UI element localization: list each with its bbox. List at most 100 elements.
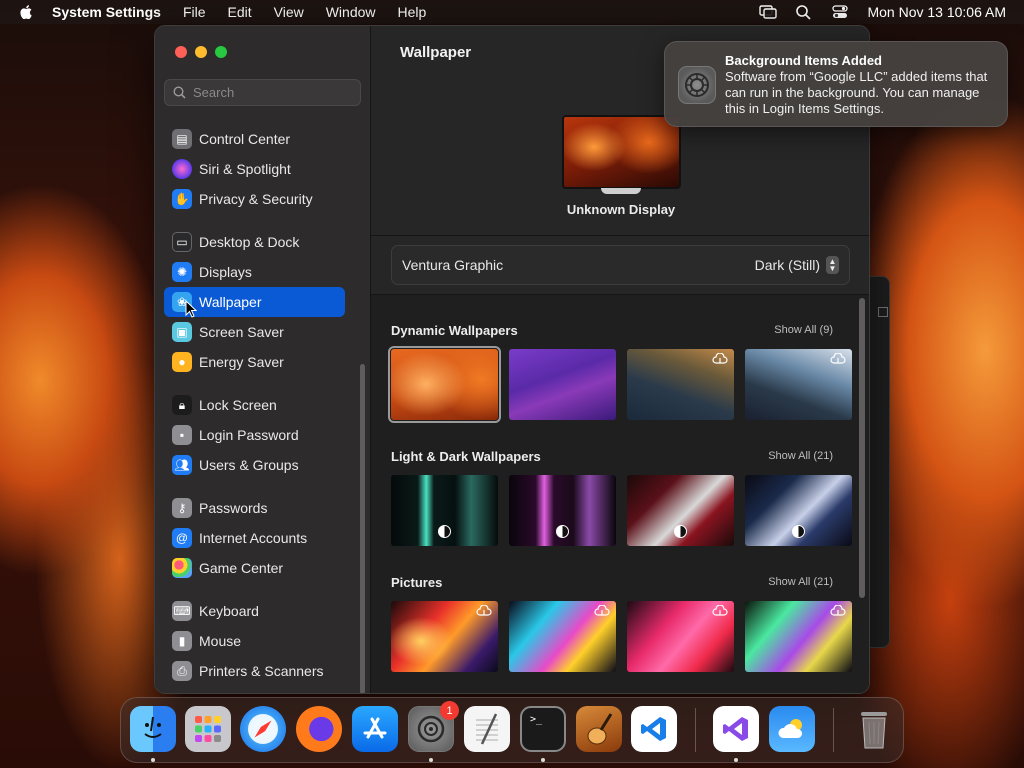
visual-studio-code-icon[interactable] bbox=[631, 706, 677, 752]
show-all-light-dark-button[interactable]: Show All (21) bbox=[768, 450, 833, 462]
running-indicator bbox=[541, 758, 545, 762]
game-center-icon bbox=[172, 558, 192, 578]
wallpaper-thumb-picture-4[interactable] bbox=[745, 601, 852, 672]
cloud-download-icon bbox=[594, 605, 610, 616]
menu-window[interactable]: Window bbox=[326, 4, 376, 20]
search-input[interactable] bbox=[193, 85, 353, 100]
sidebar-item-game-center[interactable]: Game Center bbox=[164, 553, 354, 583]
show-all-dynamic-button[interactable]: Show All (9) bbox=[774, 324, 833, 336]
sidebar-item-printers-scanners[interactable]: ⎙ Printers & Scanners bbox=[164, 656, 354, 686]
sidebar-item-internet-accounts[interactable]: @ Internet Accounts bbox=[164, 523, 354, 553]
minimize-button[interactable] bbox=[195, 46, 207, 58]
wallpaper-thumb-picture-3[interactable] bbox=[627, 601, 734, 672]
pictures-row bbox=[391, 601, 852, 672]
display-preview bbox=[562, 115, 681, 189]
sidebar-item-label: Users & Groups bbox=[199, 457, 299, 473]
weather-icon[interactable] bbox=[769, 706, 815, 752]
apple-icon[interactable] bbox=[19, 5, 33, 19]
visual-studio-icon[interactable] bbox=[713, 706, 759, 752]
cloud-download-icon bbox=[712, 605, 728, 616]
running-indicator bbox=[429, 758, 433, 762]
show-all-pictures-button[interactable]: Show All (21) bbox=[768, 576, 833, 588]
sidebar-toggle-icon[interactable] bbox=[878, 307, 888, 317]
sidebar-item-displays[interactable]: ✺ Displays bbox=[164, 257, 354, 287]
screen-mirroring-icon[interactable] bbox=[759, 4, 778, 20]
current-wallpaper-name: Ventura Graphic bbox=[402, 257, 504, 273]
wallpaper-thumb-picture-1[interactable] bbox=[391, 601, 498, 672]
wallpaper-thumb-light-dark-3[interactable] bbox=[627, 475, 734, 546]
sidebar-scrollbar[interactable] bbox=[360, 364, 365, 693]
dock-separator bbox=[833, 708, 834, 752]
sidebar-item-control-center[interactable]: ▤ Control Center bbox=[164, 124, 354, 154]
sidebar-item-energy-saver[interactable]: ● Energy Saver bbox=[164, 347, 354, 377]
sidebar-item-desktop-dock[interactable]: ▭ Desktop & Dock bbox=[164, 227, 354, 257]
light-dark-icon bbox=[674, 525, 687, 538]
app-store-icon[interactable] bbox=[352, 706, 398, 752]
sidebar-item-passwords[interactable]: ⚷ Passwords bbox=[164, 493, 354, 523]
dock: 1 >_ bbox=[120, 697, 904, 763]
menu-app-name[interactable]: System Settings bbox=[52, 4, 161, 20]
wallpaper-thumb-light-dark-2[interactable] bbox=[509, 475, 616, 546]
sidebar-item-label: Control Center bbox=[199, 131, 291, 147]
sidebar-item-label: Wallpaper bbox=[199, 294, 262, 310]
wallpaper-thumb-ventura[interactable] bbox=[388, 346, 501, 423]
firefox-icon[interactable] bbox=[296, 706, 342, 752]
chevron-updown-icon: ▲ ▼ bbox=[826, 256, 839, 274]
control-center-icon[interactable] bbox=[831, 4, 849, 20]
sidebar-item-label: Siri & Spotlight bbox=[199, 161, 291, 177]
menu-file[interactable]: File bbox=[183, 4, 206, 20]
menu-help[interactable]: Help bbox=[398, 4, 427, 20]
sidebar-item-users-groups[interactable]: 👥︎ Users & Groups bbox=[164, 450, 354, 480]
section-title-pictures: Pictures bbox=[391, 575, 443, 590]
content-scrollbar[interactable] bbox=[859, 298, 865, 598]
finder-icon[interactable] bbox=[130, 706, 176, 752]
notification-body: Software from “Google LLC” added items t… bbox=[725, 69, 988, 116]
textedit-icon[interactable] bbox=[464, 706, 510, 752]
sidebar-item-siri-spotlight[interactable]: Siri & Spotlight bbox=[164, 154, 354, 184]
search-icon bbox=[173, 86, 186, 99]
wallpaper-gallery: Dynamic Wallpapers Show All (9) Light & … bbox=[371, 294, 869, 693]
users-icon: 👥︎ bbox=[172, 455, 192, 475]
sidebar-item-label: Passwords bbox=[199, 500, 268, 516]
wallpaper-thumb-light-dark-4[interactable] bbox=[745, 475, 852, 546]
menu-view[interactable]: View bbox=[274, 4, 304, 20]
appearance-popup[interactable]: Dark (Still) ▲ ▼ bbox=[755, 256, 839, 274]
background-items-notification[interactable]: Background Items Added Software from “Go… bbox=[664, 41, 1008, 127]
terminal-icon[interactable]: >_ bbox=[520, 706, 566, 752]
menu-edit[interactable]: Edit bbox=[228, 4, 252, 20]
notification-badge: 1 bbox=[440, 701, 459, 720]
trash-icon[interactable] bbox=[851, 706, 897, 752]
dock-separator bbox=[695, 708, 696, 752]
wallpaper-thumb-big-sur[interactable] bbox=[627, 349, 734, 420]
sidebar-item-keyboard[interactable]: ⌨ Keyboard bbox=[164, 596, 354, 626]
display-stand bbox=[601, 188, 641, 194]
sidebar-item-label: Keyboard bbox=[199, 603, 259, 619]
sidebar-item-lock-screen[interactable]: 🔒︎ Lock Screen bbox=[164, 390, 354, 420]
sidebar-item-privacy-security[interactable]: ✋ Privacy & Security bbox=[164, 184, 354, 214]
cloud-download-icon bbox=[830, 353, 846, 364]
mouse-cursor-icon bbox=[185, 300, 197, 318]
garageband-icon[interactable] bbox=[576, 706, 622, 752]
wallpaper-thumb-picture-2[interactable] bbox=[509, 601, 616, 672]
sidebar-item-label: Game Center bbox=[199, 560, 284, 576]
launchpad-icon[interactable] bbox=[185, 706, 231, 752]
system-settings-icon[interactable]: 1 bbox=[408, 701, 459, 752]
spotlight-search-icon[interactable] bbox=[795, 4, 813, 20]
zoom-button[interactable] bbox=[215, 46, 227, 58]
section-title-light-dark: Light & Dark Wallpapers bbox=[391, 449, 541, 464]
cloud-download-icon bbox=[830, 605, 846, 616]
menu-bar-clock[interactable]: Mon Nov 13 10:06 AM bbox=[867, 4, 1006, 20]
sidebar-item-label: Desktop & Dock bbox=[199, 234, 300, 250]
safari-icon[interactable] bbox=[240, 706, 286, 752]
sidebar-item-mouse[interactable]: ▮ Mouse bbox=[164, 626, 354, 656]
search-field[interactable] bbox=[164, 79, 361, 106]
wallpaper-thumb-monterey[interactable] bbox=[509, 349, 616, 420]
wallpaper-thumb-catalina[interactable] bbox=[745, 349, 852, 420]
sidebar-item-login-password[interactable]: ▪ Login Password bbox=[164, 420, 354, 450]
key-icon: ⚷ bbox=[172, 498, 192, 518]
sidebar-item-label: Displays bbox=[199, 264, 252, 280]
close-button[interactable] bbox=[175, 46, 187, 58]
sidebar-item-label: Printers & Scanners bbox=[199, 663, 324, 679]
wallpaper-thumb-light-dark-1[interactable] bbox=[391, 475, 498, 546]
sidebar-item-screen-saver[interactable]: ▣ Screen Saver bbox=[164, 317, 354, 347]
